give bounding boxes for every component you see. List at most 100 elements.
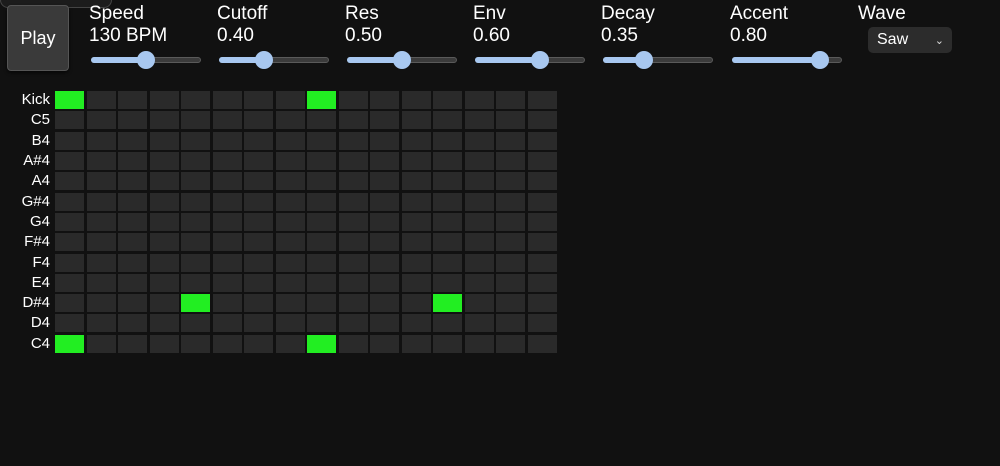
step-cell[interactable] bbox=[464, 192, 494, 211]
step-cell[interactable] bbox=[464, 233, 494, 252]
step-cell[interactable] bbox=[433, 131, 462, 150]
step-cell[interactable] bbox=[181, 192, 210, 211]
step-cell[interactable] bbox=[149, 314, 179, 333]
step-cell[interactable] bbox=[464, 334, 494, 353]
step-cell[interactable] bbox=[149, 152, 179, 171]
step-cell[interactable] bbox=[275, 294, 305, 313]
step-cell[interactable] bbox=[181, 294, 210, 313]
step-cell[interactable] bbox=[118, 111, 147, 130]
step-cell[interactable] bbox=[149, 253, 179, 272]
step-cell[interactable] bbox=[433, 111, 462, 130]
step-cell[interactable] bbox=[244, 294, 273, 313]
step-cell[interactable] bbox=[527, 91, 557, 110]
step-cell[interactable] bbox=[338, 253, 368, 272]
step-cell[interactable] bbox=[118, 253, 147, 272]
step-cell[interactable] bbox=[118, 91, 147, 110]
step-cell[interactable] bbox=[527, 273, 557, 292]
step-cell[interactable] bbox=[527, 212, 557, 231]
step-cell[interactable] bbox=[244, 233, 273, 252]
step-cell[interactable] bbox=[370, 91, 399, 110]
step-cell[interactable] bbox=[370, 212, 399, 231]
step-cell[interactable] bbox=[401, 152, 431, 171]
step-cell[interactable] bbox=[401, 212, 431, 231]
step-cell[interactable] bbox=[370, 334, 399, 353]
step-cell[interactable] bbox=[307, 273, 336, 292]
step-cell[interactable] bbox=[86, 314, 116, 333]
step-cell[interactable] bbox=[55, 253, 84, 272]
step-cell[interactable] bbox=[212, 233, 242, 252]
step-cell[interactable] bbox=[86, 253, 116, 272]
step-cell[interactable] bbox=[55, 172, 84, 191]
step-cell[interactable] bbox=[86, 212, 116, 231]
step-cell[interactable] bbox=[433, 294, 462, 313]
step-cell[interactable] bbox=[181, 334, 210, 353]
step-cell[interactable] bbox=[118, 233, 147, 252]
step-cell[interactable] bbox=[275, 192, 305, 211]
step-cell[interactable] bbox=[149, 172, 179, 191]
step-cell[interactable] bbox=[496, 192, 525, 211]
step-cell[interactable] bbox=[527, 334, 557, 353]
step-cell[interactable] bbox=[212, 192, 242, 211]
step-cell[interactable] bbox=[118, 152, 147, 171]
control-slider[interactable] bbox=[603, 50, 713, 70]
step-cell[interactable] bbox=[244, 212, 273, 231]
step-cell[interactable] bbox=[338, 192, 368, 211]
step-cell[interactable] bbox=[401, 172, 431, 191]
step-cell[interactable] bbox=[527, 192, 557, 211]
step-cell[interactable] bbox=[527, 152, 557, 171]
step-cell[interactable] bbox=[496, 233, 525, 252]
step-cell[interactable] bbox=[181, 111, 210, 130]
step-cell[interactable] bbox=[338, 212, 368, 231]
step-cell[interactable] bbox=[338, 172, 368, 191]
step-cell[interactable] bbox=[212, 131, 242, 150]
step-cell[interactable] bbox=[338, 273, 368, 292]
step-cell[interactable] bbox=[86, 111, 116, 130]
step-cell[interactable] bbox=[118, 334, 147, 353]
step-cell[interactable] bbox=[496, 91, 525, 110]
step-cell[interactable] bbox=[275, 212, 305, 231]
step-cell[interactable] bbox=[464, 273, 494, 292]
step-cell[interactable] bbox=[370, 131, 399, 150]
step-cell[interactable] bbox=[275, 253, 305, 272]
step-cell[interactable] bbox=[464, 131, 494, 150]
step-cell[interactable] bbox=[86, 294, 116, 313]
step-cell[interactable] bbox=[118, 273, 147, 292]
step-cell[interactable] bbox=[275, 111, 305, 130]
step-cell[interactable] bbox=[244, 91, 273, 110]
step-cell[interactable] bbox=[55, 233, 84, 252]
step-cell[interactable] bbox=[464, 111, 494, 130]
step-cell[interactable] bbox=[275, 233, 305, 252]
step-cell[interactable] bbox=[496, 111, 525, 130]
step-cell[interactable] bbox=[401, 111, 431, 130]
step-cell[interactable] bbox=[433, 152, 462, 171]
step-cell[interactable] bbox=[118, 212, 147, 231]
step-cell[interactable] bbox=[275, 91, 305, 110]
step-cell[interactable] bbox=[181, 131, 210, 150]
step-cell[interactable] bbox=[307, 334, 336, 353]
step-cell[interactable] bbox=[181, 253, 210, 272]
step-cell[interactable] bbox=[149, 91, 179, 110]
step-cell[interactable] bbox=[55, 192, 84, 211]
step-cell[interactable] bbox=[370, 294, 399, 313]
step-cell[interactable] bbox=[307, 192, 336, 211]
step-cell[interactable] bbox=[275, 334, 305, 353]
step-cell[interactable] bbox=[86, 233, 116, 252]
step-cell[interactable] bbox=[244, 253, 273, 272]
step-cell[interactable] bbox=[55, 294, 84, 313]
step-cell[interactable] bbox=[212, 212, 242, 231]
step-cell[interactable] bbox=[118, 294, 147, 313]
step-cell[interactable] bbox=[181, 91, 210, 110]
step-cell[interactable] bbox=[496, 294, 525, 313]
step-cell[interactable] bbox=[401, 314, 431, 333]
control-slider[interactable] bbox=[475, 50, 585, 70]
step-cell[interactable] bbox=[118, 192, 147, 211]
step-cell[interactable] bbox=[401, 131, 431, 150]
step-cell[interactable] bbox=[370, 111, 399, 130]
step-cell[interactable] bbox=[338, 233, 368, 252]
step-cell[interactable] bbox=[86, 131, 116, 150]
play-button[interactable]: Play bbox=[7, 5, 69, 71]
step-cell[interactable] bbox=[55, 314, 84, 333]
step-cell[interactable] bbox=[244, 273, 273, 292]
step-cell[interactable] bbox=[118, 172, 147, 191]
step-cell[interactable] bbox=[527, 253, 557, 272]
